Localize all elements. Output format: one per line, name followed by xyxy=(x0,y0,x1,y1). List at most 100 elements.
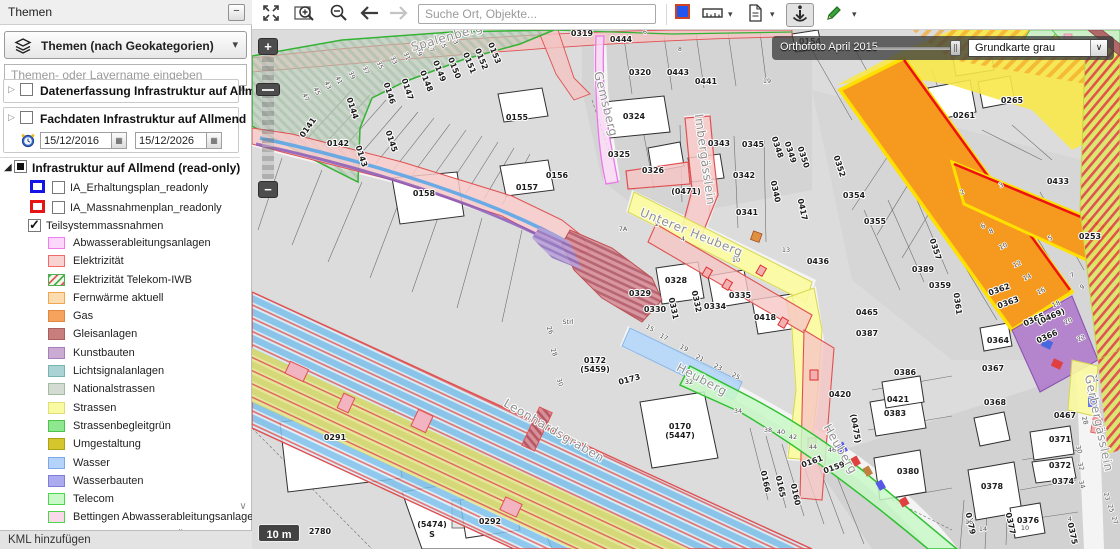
draw-pencil-icon xyxy=(824,3,844,23)
erhaltungsplan-swatch xyxy=(30,180,45,193)
layer-group-fachdaten[interactable]: ▷ Fachdaten Infrastruktur auf Allmend ▦ … xyxy=(3,107,239,153)
draw-menu-caret[interactable]: ▾ xyxy=(852,9,857,20)
map-viewport[interactable]: 0444031903200443044103240325032601560343… xyxy=(252,30,1120,549)
toolbar-divider xyxy=(666,4,667,25)
legend-label: Gleisanlagen xyxy=(73,328,137,340)
collapse-panel-button[interactable]: − xyxy=(228,4,245,21)
basemap-select[interactable]: Grundkarte grau ∨ xyxy=(968,39,1108,57)
layer-checkbox[interactable] xyxy=(52,181,65,194)
layer-checkbox[interactable] xyxy=(52,201,65,214)
legend-label: Nationalstrassen xyxy=(73,383,155,395)
parcel-label: 0320 xyxy=(629,68,652,77)
parcel-label: 0387 xyxy=(856,329,878,338)
selection-color-button[interactable] xyxy=(672,3,694,27)
legend-swatch xyxy=(48,457,65,469)
expander-icon[interactable]: ▷ xyxy=(8,84,15,95)
parcel-label: 0443 xyxy=(667,68,689,77)
parcel-label: 0367 xyxy=(982,364,1004,373)
measure-menu-caret[interactable]: ▾ xyxy=(728,9,733,20)
parcel-label: 0342 xyxy=(733,171,755,180)
report-menu-caret[interactable]: ▾ xyxy=(770,9,775,20)
identify-button[interactable] xyxy=(786,3,814,27)
parcel-label: (5474) xyxy=(417,520,447,529)
parcel-label: 0326 xyxy=(642,166,665,175)
layer-checkbox[interactable] xyxy=(20,111,33,124)
legend-item: Lichtsignalanlagen xyxy=(0,363,240,381)
zoom-slider-track[interactable] xyxy=(262,57,274,179)
legend-swatch xyxy=(48,475,65,487)
layer-label: IA_Massnahmenplan_readonly xyxy=(70,202,222,214)
legend-label: Wasser xyxy=(73,457,110,469)
calendar-icon[interactable]: ▦ xyxy=(206,132,222,149)
legend-swatch xyxy=(48,402,65,414)
parcel-label: 0380 xyxy=(897,467,920,476)
parcel-label: 0444 xyxy=(610,35,633,44)
time-clock-icon xyxy=(20,132,36,148)
date-from-input[interactable] xyxy=(40,132,112,149)
teilsystem-checkbox[interactable]: ✓ xyxy=(28,219,41,232)
legend-swatch xyxy=(48,511,65,523)
legend-label: Strassen xyxy=(73,402,116,414)
parcel-label: 0420 xyxy=(829,390,852,399)
parcel-label: 0142 xyxy=(327,139,349,148)
zoom-in-box-button[interactable] xyxy=(292,3,318,27)
draw-button[interactable] xyxy=(822,3,846,27)
opacity-slider-track[interactable] xyxy=(872,47,958,50)
parcel-label: 0372 xyxy=(1049,461,1071,470)
parcel-label: (5447) xyxy=(665,431,695,440)
legend-item: Kunstbauten xyxy=(0,345,240,363)
parcel-label: 2780 xyxy=(309,527,332,536)
legend-item: Bettingen Abwasserableitungsanlagen xyxy=(0,509,240,527)
house-label: 40 xyxy=(777,428,785,436)
parcel-label: 0155 xyxy=(506,113,529,122)
kml-bar[interactable]: KML hinzufügen xyxy=(0,530,252,549)
opacity-slider-handle[interactable] xyxy=(950,40,961,56)
legend-label: Fernwärme aktuell xyxy=(73,292,163,304)
legend-swatch xyxy=(48,365,65,377)
forward-arrow-icon xyxy=(387,3,411,23)
zoom-out-button[interactable]: − xyxy=(258,181,278,198)
parcel-label: 0157 xyxy=(516,183,538,192)
date-to-input[interactable] xyxy=(135,132,207,149)
parcel-label: 0436 xyxy=(807,257,830,266)
layer-group-label: Infrastruktur auf Allmend (read-only) xyxy=(32,161,240,175)
layer-group-datenerfassung[interactable]: ▷ Datenerfassung Infrastruktur auf Allme… xyxy=(3,79,239,103)
search-input[interactable] xyxy=(418,4,656,24)
previous-extent-button[interactable] xyxy=(356,3,382,27)
parcel-label: 0291 xyxy=(324,433,347,442)
layer-checkbox[interactable] xyxy=(20,83,33,96)
legend-item: Gas xyxy=(0,308,240,326)
report-button[interactable] xyxy=(744,3,766,27)
house-label: 4 xyxy=(1068,515,1072,523)
layer-checkbox-indeterminate[interactable] xyxy=(14,160,27,173)
legend-item: Elektrizität xyxy=(0,253,240,271)
legend-label: Bettingen Abwasserableitungsanlagen xyxy=(73,511,252,523)
parcel-label: 0421 xyxy=(887,395,910,404)
calendar-icon[interactable]: ▦ xyxy=(111,132,127,149)
zoom-in-button[interactable]: + xyxy=(258,38,278,55)
basemap-value: Grundkarte grau xyxy=(975,42,1055,54)
house-label: 16 xyxy=(965,518,973,526)
legend-label: Strassenbegleitgrün xyxy=(73,420,171,432)
expander-icon[interactable]: ◢ xyxy=(4,162,12,173)
parcel-label: 0334 xyxy=(704,302,727,311)
next-extent-button[interactable] xyxy=(386,3,412,27)
parcel-label: 0359 xyxy=(929,281,952,290)
legend-item: Nationalstrassen xyxy=(0,381,240,399)
zoom-slider-handle[interactable] xyxy=(256,83,280,96)
legend-label: Elektrizität Telekom-IWB xyxy=(73,274,192,286)
layer-label: IA_Erhaltungsplan_readonly xyxy=(70,182,208,194)
chevron-down-icon: ∨ xyxy=(1090,40,1107,56)
house-label: 44 xyxy=(809,443,817,451)
theme-category-dropdown[interactable]: Themen (nach Geokategorien) ▾ xyxy=(4,31,247,59)
parcel-label: 0354 xyxy=(843,191,866,200)
parcel-label: 0378 xyxy=(981,482,1004,491)
legend-label: Umgestaltung xyxy=(73,438,141,450)
legend-item: Wasserbauten xyxy=(0,473,240,491)
expander-icon[interactable]: ▷ xyxy=(8,112,15,123)
full-extent-button[interactable] xyxy=(258,3,284,27)
parcel-label: 0261 xyxy=(953,111,976,120)
zoom-out-button[interactable] xyxy=(326,3,352,27)
parcel-label: 0383 xyxy=(884,409,906,418)
measure-button[interactable] xyxy=(700,3,726,27)
